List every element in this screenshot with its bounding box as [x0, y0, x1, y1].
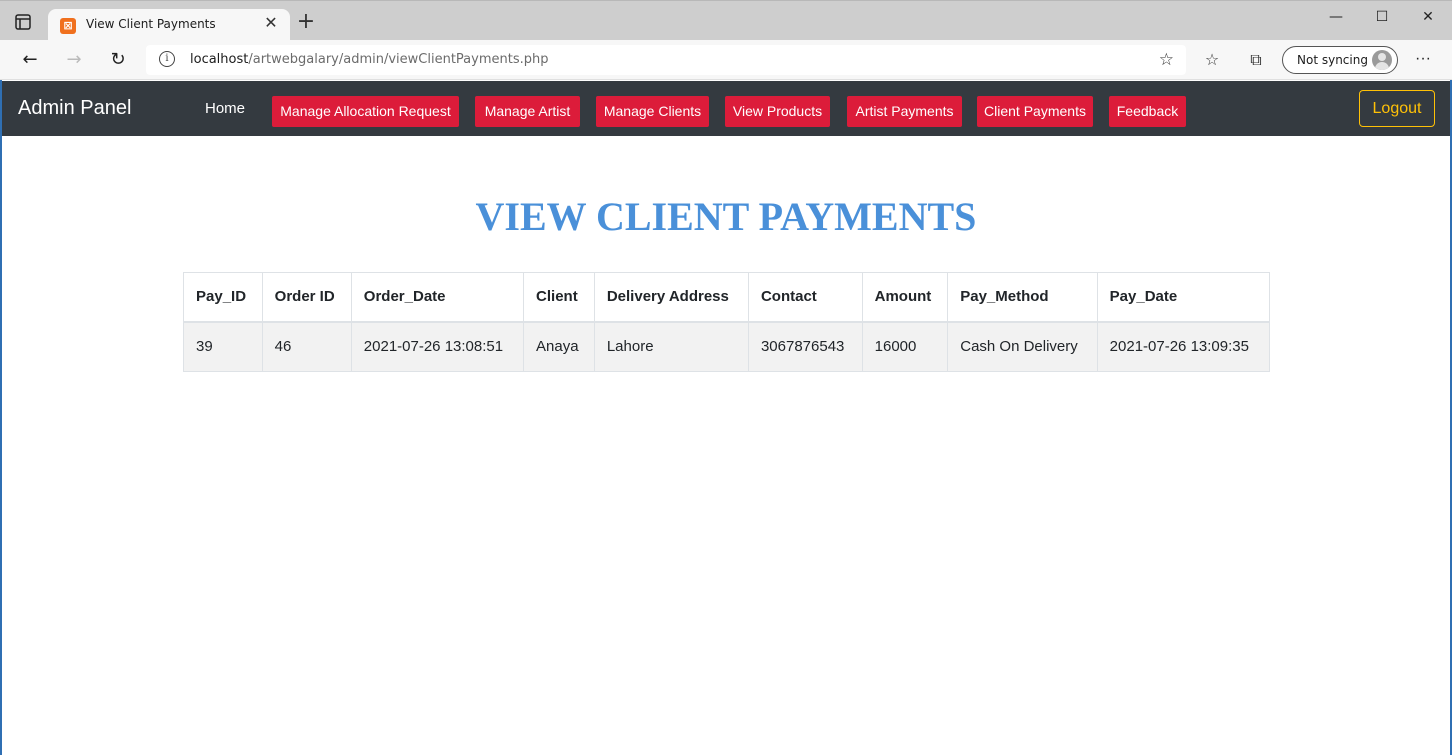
column-header: Order ID — [261, 272, 352, 323]
add-favorite-icon[interactable]: ☆ — [1159, 50, 1174, 70]
brand-title[interactable]: Admin Panel — [18, 97, 131, 120]
tab-actions-icon[interactable] — [14, 13, 32, 31]
table-cell: 3067876543 — [747, 321, 863, 372]
manage-clients-button[interactable]: Manage Clients — [596, 96, 709, 127]
avatar — [1372, 50, 1392, 70]
table-header-row: Pay_ID Order ID Order_Date Client Delive… — [183, 272, 1271, 323]
more-options-icon[interactable]: ··· — [1412, 49, 1434, 71]
forward-icon[interactable]: → — [63, 49, 85, 71]
column-header: Order_Date — [350, 272, 525, 323]
minimize-icon[interactable]: — — [1313, 7, 1359, 27]
browser-tab[interactable]: ⊠ View Client Payments ✕ — [48, 9, 290, 42]
table-row: 39 46 2021-07-26 13:08:51 Anaya Lahore 3… — [183, 321, 1271, 372]
table-cell: 46 — [261, 321, 352, 372]
url-text[interactable]: localhost/artwebgalary/admin/viewClientP… — [190, 52, 549, 67]
maximize-icon[interactable]: ☐ — [1359, 7, 1405, 27]
logout-button[interactable]: Logout — [1359, 90, 1435, 127]
refresh-icon[interactable]: ↻ — [107, 49, 129, 71]
table-cell: Lahore — [593, 321, 749, 372]
view-products-button[interactable]: View Products — [725, 96, 830, 127]
manage-allocation-request-button[interactable]: Manage Allocation Request — [272, 96, 459, 127]
column-header: Amount — [861, 272, 949, 323]
sync-label: Not syncing — [1297, 53, 1368, 67]
page-title: VIEW CLIENT PAYMENTS — [475, 194, 977, 239]
table-cell: 2021-07-26 13:09:35 — [1096, 321, 1271, 372]
back-icon[interactable]: ← — [19, 49, 41, 71]
table-cell: Anaya — [523, 321, 595, 372]
profile-sync-button[interactable]: Not syncing — [1282, 46, 1398, 74]
close-tab-icon[interactable]: ✕ — [262, 15, 280, 33]
new-tab-icon[interactable]: + — [296, 11, 316, 33]
favorites-icon[interactable]: ☆ — [1202, 50, 1222, 70]
client-payments-table: Pay_ID Order ID Order_Date Client Delive… — [183, 272, 1271, 372]
manage-artist-button[interactable]: Manage Artist — [475, 96, 580, 127]
address-bar[interactable]: i localhost/artwebgalary/admin/viewClien… — [146, 45, 1186, 75]
column-header: Pay_Date — [1096, 272, 1271, 323]
artist-payments-button[interactable]: Artist Payments — [847, 96, 962, 127]
column-header: Pay_Method — [947, 272, 1098, 323]
table-cell: 2021-07-26 13:08:51 — [350, 321, 525, 372]
browser-toolbar: ← → ↻ i localhost/artwebgalary/admin/vie… — [0, 40, 1452, 80]
table-cell: 16000 — [861, 321, 949, 372]
column-header: Delivery Address — [593, 272, 749, 323]
client-payments-button[interactable]: Client Payments — [977, 96, 1093, 127]
xampp-favicon-icon: ⊠ — [60, 18, 76, 34]
column-header: Pay_ID — [183, 272, 263, 323]
collections-icon[interactable]: ⧉ — [1246, 50, 1266, 70]
site-info-icon[interactable]: i — [159, 51, 175, 67]
column-header: Contact — [747, 272, 863, 323]
window-left-border — [0, 80, 2, 755]
table-cell: 39 — [183, 321, 263, 372]
table-cell: Cash On Delivery — [947, 321, 1098, 372]
feedback-button[interactable]: Feedback — [1109, 96, 1186, 127]
window-close-icon[interactable]: ✕ — [1405, 7, 1451, 27]
tab-strip: ⊠ View Client Payments ✕ + — ☐ ✕ — [0, 0, 1452, 42]
column-header: Client — [523, 272, 595, 323]
nav-home-link[interactable]: Home — [205, 100, 245, 117]
tab-title: View Client Payments — [86, 17, 216, 31]
admin-navbar: Admin Panel Home Manage Allocation Reque… — [2, 81, 1450, 136]
